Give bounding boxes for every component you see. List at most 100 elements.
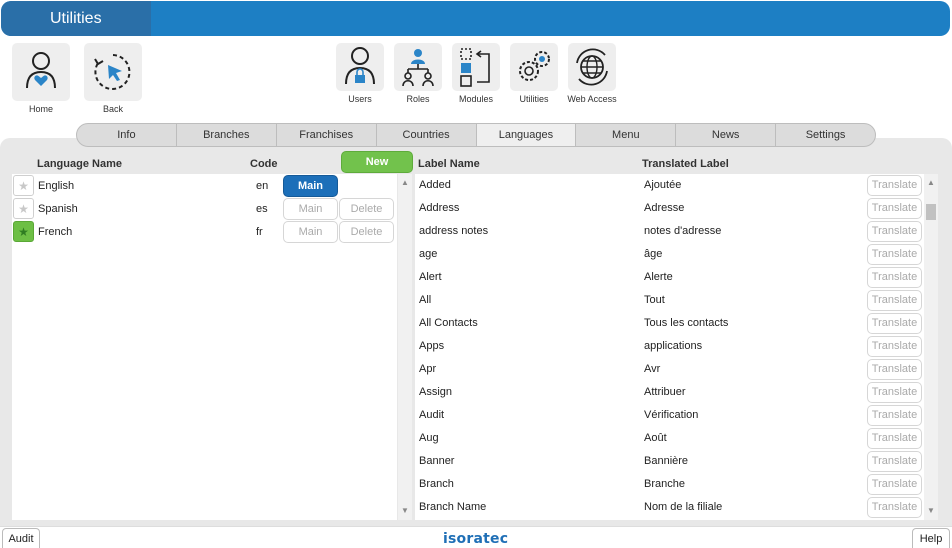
label-row: age âge Translate bbox=[415, 243, 924, 266]
roles-icon-box[interactable] bbox=[394, 43, 442, 91]
web-access-icon-box[interactable] bbox=[568, 43, 616, 91]
main-button[interactable]: Main bbox=[283, 221, 338, 243]
language-row-spanish[interactable]: ★ Spanish es Main Delete bbox=[12, 198, 397, 221]
audit-button[interactable]: Audit bbox=[2, 528, 40, 548]
users-icon-box[interactable] bbox=[336, 43, 384, 91]
translate-button[interactable]: Translate bbox=[867, 221, 922, 242]
language-name: French bbox=[38, 226, 73, 238]
home-button[interactable]: Home bbox=[12, 43, 70, 114]
roles-hierarchy-icon bbox=[402, 49, 434, 87]
back-icon-box[interactable] bbox=[84, 43, 142, 101]
tab-settings[interactable]: Settings bbox=[776, 124, 875, 146]
translated-label: Vérification bbox=[644, 409, 699, 421]
main-button[interactable]: Main bbox=[283, 198, 338, 220]
label-name: Apps bbox=[419, 340, 445, 352]
label-name: Audit bbox=[419, 409, 445, 421]
translate-button[interactable]: Translate bbox=[867, 405, 922, 426]
language-name-header: Language Name bbox=[37, 158, 122, 170]
translate-button[interactable]: Translate bbox=[867, 474, 922, 495]
utilities-button[interactable]: Utilities bbox=[505, 43, 563, 104]
scroll-thumb[interactable] bbox=[926, 204, 936, 220]
translated-label: Nom de la filiale bbox=[644, 501, 723, 513]
tab-bar: Info Branches Franchises Countries Langu… bbox=[76, 123, 876, 147]
label-name: Assign bbox=[419, 386, 453, 398]
label-list-scrollbar[interactable]: ▲ ▼ bbox=[924, 174, 938, 520]
app-window: Utilities Home Back Users Roles Modules … bbox=[0, 0, 952, 548]
translate-button[interactable]: Translate bbox=[867, 359, 922, 380]
help-button[interactable]: Help bbox=[912, 528, 950, 548]
delete-button[interactable]: Delete bbox=[339, 198, 394, 220]
scroll-down-icon[interactable]: ▼ bbox=[924, 504, 938, 518]
code-header: Code bbox=[250, 158, 278, 170]
label-row: All Contacts Tous les contacts Translate bbox=[415, 312, 924, 335]
label-name: All Contacts bbox=[419, 317, 478, 329]
globe-icon bbox=[576, 48, 608, 86]
translate-button[interactable]: Translate bbox=[867, 267, 922, 288]
language-list: ★ English en Main ★ Spanish es Main Dele… bbox=[12, 174, 397, 520]
gears-icon bbox=[519, 51, 550, 81]
new-language-button[interactable]: New bbox=[341, 151, 413, 173]
translate-button[interactable]: Translate bbox=[867, 290, 922, 311]
label-row: Address Adresse Translate bbox=[415, 197, 924, 220]
modules-button[interactable]: Modules bbox=[447, 43, 505, 104]
tab-news[interactable]: News bbox=[676, 124, 777, 146]
language-row-english[interactable]: ★ English en Main bbox=[12, 175, 397, 198]
back-cursor-icon bbox=[94, 54, 131, 90]
translate-button[interactable]: Translate bbox=[867, 336, 922, 357]
translated-label: Alerte bbox=[644, 271, 673, 283]
translate-button[interactable]: Translate bbox=[867, 497, 922, 518]
label-row: Assign Attribuer Translate bbox=[415, 381, 924, 404]
star-icon[interactable]: ★ bbox=[13, 221, 34, 242]
users-label: Users bbox=[348, 94, 372, 104]
label-row: Apr Avr Translate bbox=[415, 358, 924, 381]
language-list-scrollbar[interactable]: ▲ ▼ bbox=[398, 174, 412, 520]
roles-label: Roles bbox=[406, 94, 430, 104]
translate-button[interactable]: Translate bbox=[867, 244, 922, 265]
translate-button[interactable]: Translate bbox=[867, 175, 922, 196]
home-label: Home bbox=[28, 104, 53, 114]
label-name: All bbox=[419, 294, 432, 306]
tab-branches[interactable]: Branches bbox=[177, 124, 277, 146]
translated-label: âge bbox=[644, 248, 663, 260]
label-row: address notes notes d'adresse Translate bbox=[415, 220, 924, 243]
tab-countries[interactable]: Countries bbox=[377, 124, 477, 146]
scroll-up-icon[interactable]: ▲ bbox=[924, 176, 938, 190]
language-row-french[interactable]: ★ French fr Main Delete bbox=[12, 221, 397, 244]
scroll-down-icon[interactable]: ▼ bbox=[398, 504, 412, 518]
roles-button[interactable]: Roles bbox=[389, 43, 447, 104]
tab-menu[interactable]: Menu bbox=[576, 124, 677, 146]
tab-info[interactable]: Info bbox=[77, 124, 177, 146]
translate-button[interactable]: Translate bbox=[867, 382, 922, 403]
label-row: Branch Name Nom de la filiale Translate bbox=[415, 496, 924, 519]
label-list: Added Ajoutée Translate Address Adresse … bbox=[415, 174, 924, 520]
modules-icon-box[interactable] bbox=[452, 43, 500, 91]
translated-label: Bannière bbox=[644, 455, 689, 467]
home-icon-box[interactable] bbox=[12, 43, 70, 101]
home-user-icon bbox=[26, 52, 56, 89]
star-icon[interactable]: ★ bbox=[13, 198, 34, 219]
tab-languages[interactable]: Languages bbox=[476, 124, 577, 146]
modules-icon bbox=[460, 48, 490, 87]
language-name: Spanish bbox=[38, 203, 78, 215]
translate-button[interactable]: Translate bbox=[867, 198, 922, 219]
label-row: Audit Vérification Translate bbox=[415, 404, 924, 427]
web-access-button[interactable]: Web Access bbox=[563, 43, 621, 104]
scroll-up-icon[interactable]: ▲ bbox=[398, 176, 412, 190]
label-row: Branch Branche Translate bbox=[415, 473, 924, 496]
web-access-label: Web Access bbox=[567, 94, 617, 104]
star-icon[interactable]: ★ bbox=[13, 175, 34, 196]
utilities-icon-box[interactable] bbox=[510, 43, 558, 91]
translate-button[interactable]: Translate bbox=[867, 428, 922, 449]
main-button[interactable]: Main bbox=[283, 175, 338, 197]
label-name: Added bbox=[419, 179, 451, 191]
tab-franchises[interactable]: Franchises bbox=[277, 124, 377, 146]
utilities-label: Utilities bbox=[519, 94, 549, 104]
translate-button[interactable]: Translate bbox=[867, 313, 922, 334]
back-button[interactable]: Back bbox=[84, 43, 142, 114]
users-button[interactable]: Users bbox=[331, 43, 389, 104]
delete-button[interactable]: Delete bbox=[339, 221, 394, 243]
translate-button[interactable]: Translate bbox=[867, 451, 922, 472]
user-lock-icon bbox=[345, 47, 375, 85]
label-name: Branch bbox=[419, 478, 454, 490]
label-name: Banner bbox=[419, 455, 455, 467]
